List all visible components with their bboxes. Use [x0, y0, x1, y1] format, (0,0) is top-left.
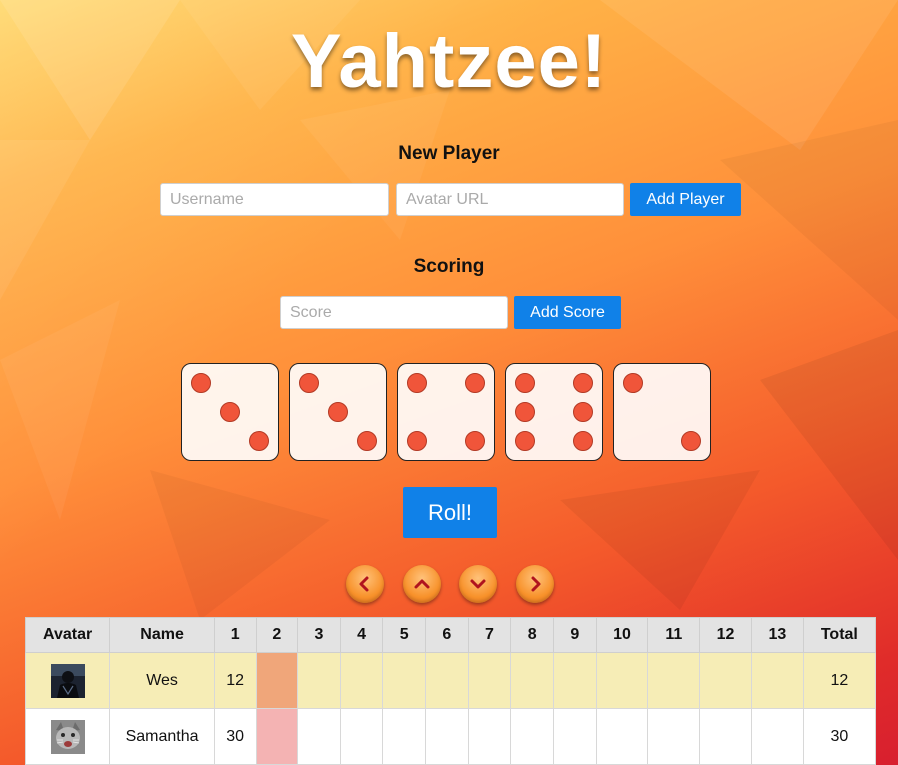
roll-button[interactable]: Roll! [403, 487, 497, 538]
score-cell: 30 [213, 708, 257, 765]
pip [220, 402, 240, 422]
score-cell: 12 [213, 652, 257, 709]
die-3[interactable] [397, 363, 495, 461]
avatar [50, 663, 85, 698]
chevron-right-icon[interactable] [516, 565, 554, 603]
chevron-up-icon[interactable] [403, 565, 441, 603]
username-input[interactable] [160, 183, 389, 216]
die-1[interactable] [181, 363, 279, 461]
add-player-button[interactable]: Add Player [630, 183, 741, 216]
avatar-cell [24, 652, 111, 709]
page-title: Yahtzee! [290, 19, 608, 104]
current-score-cell[interactable] [255, 652, 299, 709]
score-cell [339, 708, 384, 765]
table-header-row: Avatar Name 1 2 3 4 5 6 7 8 9 10 11 12 1… [24, 617, 877, 653]
chevron-down-icon[interactable] [459, 565, 497, 603]
pip [407, 373, 427, 393]
score-cell [339, 652, 384, 709]
die-2[interactable] [289, 363, 387, 461]
avatar-url-input[interactable] [396, 183, 624, 216]
score-cell [467, 652, 512, 709]
pip [407, 431, 427, 451]
die-5[interactable] [613, 363, 711, 461]
header-10: 10 [595, 617, 649, 653]
player-name: Wes [109, 652, 215, 709]
current-score-cell[interactable] [255, 708, 299, 765]
pip [573, 373, 593, 393]
pip [328, 402, 348, 422]
score-cell [510, 708, 554, 765]
pip [249, 431, 269, 451]
header-12: 12 [699, 617, 752, 653]
score-cell [382, 708, 427, 765]
score-cell [425, 708, 469, 765]
score-cell [297, 652, 341, 709]
die-4[interactable] [505, 363, 603, 461]
header-9: 9 [552, 617, 597, 653]
score-input[interactable] [280, 296, 508, 329]
header-1: 1 [213, 617, 257, 653]
pip [515, 431, 535, 451]
total-cell: 30 [802, 708, 877, 765]
pip [515, 402, 535, 422]
header-7: 7 [467, 617, 512, 653]
new-player-heading: New Player [398, 143, 500, 164]
pip [681, 431, 701, 451]
header-4: 4 [339, 617, 384, 653]
pip [515, 373, 535, 393]
score-cell [425, 652, 469, 709]
add-score-button[interactable]: Add Score [514, 296, 621, 329]
pip [465, 373, 485, 393]
pip [465, 431, 485, 451]
score-cell [595, 708, 649, 765]
score-cell [552, 652, 597, 709]
score-cell [699, 708, 752, 765]
pip [573, 431, 593, 451]
header-avatar: Avatar [24, 617, 111, 653]
score-cell [552, 708, 597, 765]
score-cell [647, 652, 701, 709]
pip [299, 373, 319, 393]
score-cell [699, 652, 752, 709]
player-name: Samantha [109, 708, 215, 765]
header-total: Total [802, 617, 877, 653]
avatar [50, 719, 85, 754]
header-3: 3 [297, 617, 341, 653]
avatar-cell [24, 708, 111, 765]
header-name: Name [109, 617, 215, 653]
score-cell [297, 708, 341, 765]
scoring-heading: Scoring [413, 256, 485, 277]
pip [357, 431, 377, 451]
score-cell [647, 708, 701, 765]
score-cell [467, 708, 512, 765]
table-row: Wes 12 12 [24, 652, 877, 709]
pip [623, 373, 643, 393]
header-11: 11 [647, 617, 701, 653]
score-cell [595, 652, 649, 709]
pip [573, 402, 593, 422]
header-5: 5 [382, 617, 427, 653]
header-2: 2 [255, 617, 299, 653]
header-13: 13 [750, 617, 804, 653]
score-cell [750, 652, 804, 709]
table-row: Samantha 30 30 [24, 708, 877, 765]
score-table: Avatar Name 1 2 3 4 5 6 7 8 9 10 11 12 1… [24, 617, 877, 765]
chevron-left-icon[interactable] [346, 565, 384, 603]
header-8: 8 [510, 617, 554, 653]
pip [191, 373, 211, 393]
score-cell [750, 708, 804, 765]
total-cell: 12 [802, 652, 877, 709]
score-cell [382, 652, 427, 709]
header-6: 6 [425, 617, 469, 653]
score-cell [510, 652, 554, 709]
